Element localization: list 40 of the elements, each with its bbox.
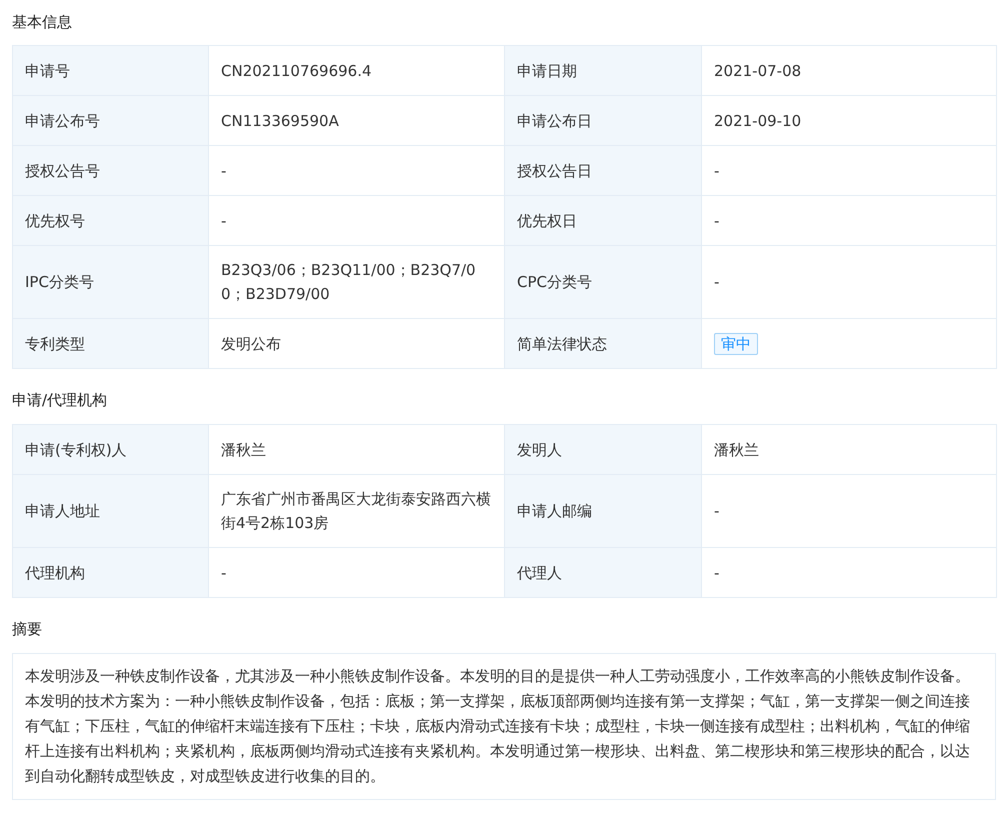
field-value: 潘秋兰 bbox=[702, 424, 996, 474]
field-label: 申请人邮编 bbox=[504, 474, 702, 548]
field-label: 优先权日 bbox=[504, 196, 702, 246]
field-label: 申请公布日 bbox=[504, 96, 702, 146]
field-value: CN202110769696.4 bbox=[208, 46, 504, 96]
field-value: - bbox=[702, 146, 996, 196]
field-label: 申请日期 bbox=[504, 46, 702, 96]
field-value: - bbox=[702, 196, 996, 246]
field-value: - bbox=[702, 474, 996, 548]
section-title: 申请/代理机构 bbox=[12, 390, 108, 411]
field-label: 专利类型 bbox=[12, 318, 208, 368]
section-title: 基本信息 bbox=[12, 12, 73, 33]
field-value: 广东省广州市番禺区大龙街泰安路西六横街4号2栋103房 bbox=[208, 474, 504, 548]
field-label: 优先权号 bbox=[12, 196, 208, 246]
field-value: - bbox=[208, 196, 504, 246]
field-label: 授权公告号 bbox=[12, 146, 208, 196]
field-label: 申请人地址 bbox=[12, 474, 208, 548]
field-value: - bbox=[702, 548, 996, 598]
section-title: 摘要 bbox=[12, 619, 43, 640]
field-label: 代理人 bbox=[504, 548, 702, 598]
field-label: 授权公告日 bbox=[504, 146, 702, 196]
field-value: B23Q3/06；B23Q11/00；B23Q7/00；B23D79/00 bbox=[208, 246, 504, 318]
abstract-text: 本发明涉及一种铁皮制作设备，尤其涉及一种小熊铁皮制作设备。本发明的目的是提供一种人工劳动强度小，工作效率高的小熊铁皮制作设备。本发明的技术方案为：一种小熊铁皮制作设备，包括：底板；第一支撑架，底板顶部两侧均连接有第一支撑架；气缸，第一支撑架一侧之间连接有气缸；下压柱，气缸的伸缩杆末端连接有下压柱；卡块，底板内滑动式连接有卡块；成型柱，卡块一侧连接有成型柱；出料机构，气缸的伸缩杆上连接有出料机构；夹紧机构，底板两侧均滑动式连接有夹紧机构。本发明通过第一楔形块、出料盘、第二楔形块和第三楔形块的配合，以达到自动化翻转成型铁皮，对成型铁皮进行收集的目的。 bbox=[25, 666, 971, 787]
field-label: 发明人 bbox=[504, 424, 702, 474]
field-value: - bbox=[208, 548, 504, 598]
field-value: 潘秋兰 bbox=[208, 424, 504, 474]
field-value: 2021-09-10 bbox=[702, 96, 996, 146]
field-value: 2021-07-08 bbox=[702, 46, 996, 96]
field-value: - bbox=[702, 246, 996, 318]
field-label: 申请公布号 bbox=[12, 96, 208, 146]
field-value: 发明公布 bbox=[208, 318, 504, 368]
field-value: CN113369590A bbox=[208, 96, 504, 146]
field-label: IPC分类号 bbox=[12, 246, 208, 318]
field-value: - bbox=[208, 146, 504, 196]
field-label: CPC分类号 bbox=[504, 246, 702, 318]
field-label: 简单法律状态 bbox=[504, 318, 702, 368]
field-label: 申请号 bbox=[12, 46, 208, 96]
status-tag: 审中 bbox=[714, 332, 758, 354]
field-label: 代理机构 bbox=[12, 548, 208, 598]
field-label: 申请(专利权)人 bbox=[12, 424, 208, 474]
